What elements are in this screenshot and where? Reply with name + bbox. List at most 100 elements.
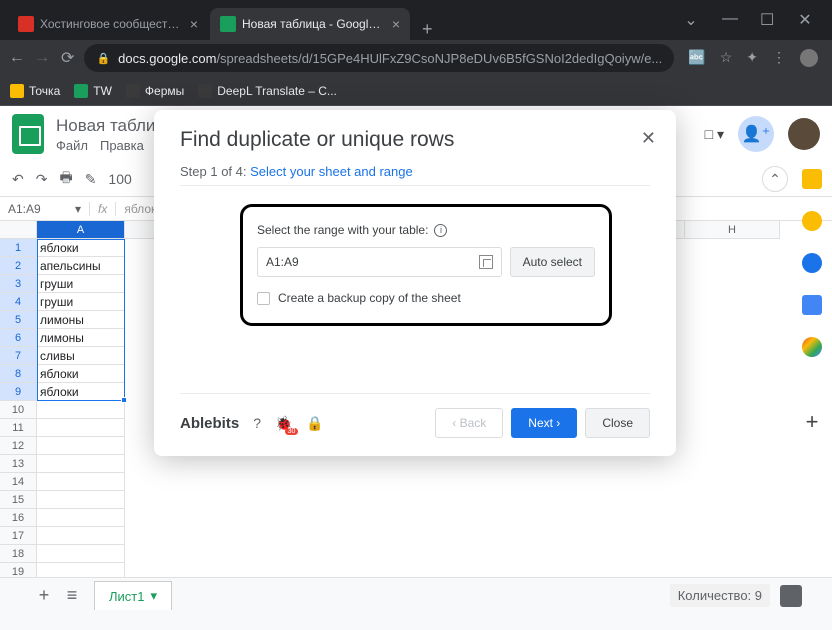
fx-icon: fx bbox=[90, 202, 116, 216]
cell[interactable] bbox=[37, 401, 125, 419]
browser-tab-active[interactable]: Новая таблица - Google Таблиц × bbox=[210, 8, 410, 40]
row-header[interactable]: 9 bbox=[0, 383, 37, 401]
collapse-toolbar-icon[interactable]: ⌃ bbox=[762, 166, 788, 192]
cell[interactable]: лимоны bbox=[37, 329, 125, 347]
back-icon[interactable]: ← bbox=[8, 49, 25, 67]
print-icon[interactable]: 🖶 bbox=[59, 167, 72, 191]
profile-icon[interactable] bbox=[800, 49, 818, 67]
lock-icon[interactable]: 🔒 bbox=[306, 415, 323, 432]
bookmark-item[interactable]: DeepL Translate – C... bbox=[198, 84, 337, 98]
row-header[interactable]: 7 bbox=[0, 347, 37, 365]
sheet-tab[interactable]: Лист1▾ bbox=[94, 581, 172, 610]
cell[interactable]: апельсины bbox=[37, 257, 125, 275]
url-input[interactable]: 🔒 docs.google.com/spreadsheets/d/15GPe4H… bbox=[84, 44, 674, 72]
column-header[interactable]: H bbox=[685, 221, 780, 239]
row-header[interactable]: 11 bbox=[0, 419, 37, 437]
tasks-icon[interactable] bbox=[802, 253, 822, 273]
next-button[interactable]: Next › bbox=[511, 408, 577, 438]
row-header[interactable]: 2 bbox=[0, 257, 37, 275]
maximize-icon[interactable]: ☐ bbox=[760, 10, 774, 30]
row-header[interactable]: 14 bbox=[0, 473, 37, 491]
row-header[interactable]: 3 bbox=[0, 275, 37, 293]
range-section: Select the range with your table: i A1:A… bbox=[240, 204, 612, 326]
cell[interactable]: яблоки bbox=[37, 239, 125, 257]
chevron-down-icon[interactable]: ⌄ bbox=[684, 10, 698, 30]
add-sheet-button[interactable]: + bbox=[30, 585, 58, 606]
add-addon-icon[interactable]: + bbox=[806, 409, 819, 435]
menu-edit[interactable]: Правка bbox=[100, 138, 144, 153]
zoom-value[interactable]: 100 bbox=[108, 171, 131, 187]
row-header[interactable]: 18 bbox=[0, 545, 37, 563]
explore-icon[interactable] bbox=[780, 585, 802, 607]
menu-icon[interactable]: ⋮ bbox=[772, 49, 786, 67]
row-header[interactable]: 13 bbox=[0, 455, 37, 473]
keep-icon[interactable] bbox=[802, 211, 822, 231]
cell[interactable] bbox=[37, 473, 125, 491]
calendar-icon[interactable] bbox=[802, 169, 822, 189]
all-sheets-button[interactable]: ≡ bbox=[58, 585, 86, 606]
bookmark-item[interactable]: Фермы bbox=[126, 84, 184, 98]
reload-icon[interactable]: ⟳ bbox=[59, 48, 76, 68]
row-header[interactable]: 17 bbox=[0, 527, 37, 545]
cell[interactable]: груши bbox=[37, 275, 125, 293]
row-header[interactable]: 6 bbox=[0, 329, 37, 347]
paint-format-icon[interactable]: ✎ bbox=[85, 171, 97, 188]
cell[interactable] bbox=[37, 491, 125, 509]
sheets-logo-icon[interactable] bbox=[12, 114, 44, 154]
row-header[interactable]: 12 bbox=[0, 437, 37, 455]
share-button[interactable]: 👤⁺ bbox=[738, 116, 774, 152]
chevron-down-icon[interactable]: ▾ bbox=[150, 588, 157, 604]
select-range-icon[interactable] bbox=[479, 255, 493, 269]
close-icon[interactable]: × bbox=[392, 16, 400, 32]
redo-icon[interactable]: ↷ bbox=[36, 171, 48, 188]
menu-file[interactable]: Файл bbox=[56, 138, 88, 153]
extensions-icon[interactable]: ✦ bbox=[746, 49, 758, 67]
auto-select-button[interactable]: Auto select bbox=[510, 247, 595, 277]
star-icon[interactable]: ☆ bbox=[720, 49, 733, 67]
info-icon[interactable]: i bbox=[434, 224, 447, 237]
cell[interactable] bbox=[37, 509, 125, 527]
cell[interactable] bbox=[37, 455, 125, 473]
translate-icon[interactable]: 🔤 bbox=[688, 49, 705, 67]
range-input[interactable]: A1:A9 bbox=[257, 247, 502, 277]
cell[interactable]: лимоны bbox=[37, 311, 125, 329]
row-header[interactable]: 1 bbox=[0, 239, 37, 257]
row-header[interactable]: 4 bbox=[0, 293, 37, 311]
cell[interactable] bbox=[37, 419, 125, 437]
meet-button[interactable]: □ ▾ bbox=[705, 126, 724, 143]
minimize-icon[interactable]: — bbox=[722, 10, 736, 30]
close-icon[interactable]: ✕ bbox=[641, 128, 656, 149]
row-header[interactable]: 5 bbox=[0, 311, 37, 329]
browser-tab-inactive[interactable]: Хостинговое сообщество «Time × bbox=[8, 8, 208, 40]
new-tab-button[interactable]: + bbox=[412, 19, 443, 40]
close-icon[interactable]: × bbox=[190, 16, 198, 32]
row-header[interactable]: 15 bbox=[0, 491, 37, 509]
cell[interactable] bbox=[37, 545, 125, 563]
bug-icon[interactable]: 🐞 bbox=[275, 415, 292, 432]
cell[interactable] bbox=[37, 437, 125, 455]
maps-icon[interactable] bbox=[802, 337, 822, 357]
name-box[interactable]: A1:A9▾ bbox=[0, 202, 90, 216]
status-count[interactable]: Количество: 9 bbox=[670, 584, 770, 607]
row-header[interactable]: 10 bbox=[0, 401, 37, 419]
bookmark-item[interactable]: TW bbox=[74, 84, 112, 98]
cell[interactable]: сливы bbox=[37, 347, 125, 365]
select-all-corner[interactable] bbox=[0, 221, 37, 239]
backup-checkbox[interactable] bbox=[257, 292, 270, 305]
forward-icon: → bbox=[33, 49, 50, 67]
cell[interactable]: груши bbox=[37, 293, 125, 311]
avatar[interactable] bbox=[788, 118, 820, 150]
cell[interactable]: яблоки bbox=[37, 383, 125, 401]
column-header[interactable]: A bbox=[37, 221, 125, 239]
close-icon[interactable]: ✕ bbox=[798, 10, 812, 30]
row-header[interactable]: 16 bbox=[0, 509, 37, 527]
bookmark-item[interactable]: Точка bbox=[10, 84, 60, 98]
cell[interactable]: яблоки bbox=[37, 365, 125, 383]
cell[interactable] bbox=[37, 527, 125, 545]
close-button[interactable]: Close bbox=[585, 408, 650, 438]
row-header[interactable]: 8 bbox=[0, 365, 37, 383]
contacts-icon[interactable] bbox=[802, 295, 822, 315]
step-link[interactable]: Select your sheet and range bbox=[250, 164, 413, 179]
undo-icon[interactable]: ↶ bbox=[12, 171, 24, 188]
help-icon[interactable]: ? bbox=[253, 415, 261, 431]
